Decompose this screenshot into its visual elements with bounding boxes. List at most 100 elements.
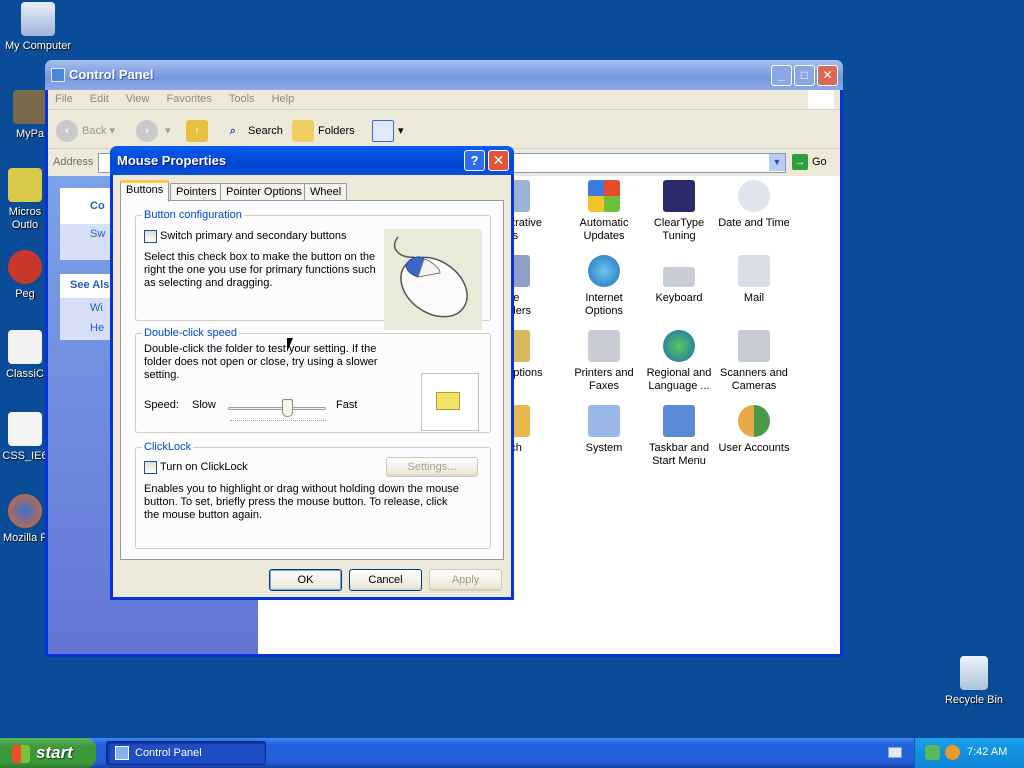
go-button[interactable]: → Go [792, 154, 827, 170]
back-button[interactable]: ‹ Back ▾ [56, 119, 115, 143]
folders-label: Folders [318, 125, 355, 137]
cp-item-taskbar-start[interactable]: Taskbar and Start Menu [637, 405, 721, 468]
slider-thumb[interactable] [281, 399, 293, 417]
cp-item-mail[interactable]: Mail [712, 255, 796, 305]
clock[interactable]: 7:42 AM [967, 746, 1007, 758]
cp-item-system[interactable]: System [562, 405, 646, 455]
minimize-button[interactable]: _ [771, 65, 792, 86]
system-icon [588, 405, 620, 437]
up-folder-button[interactable]: ↑ [186, 119, 212, 143]
cp-item-date-time[interactable]: Date and Time [712, 180, 796, 230]
menu-favorites[interactable]: Favorites [160, 90, 219, 108]
dialog-titlebar[interactable]: Mouse Properties ? ✕ [110, 146, 514, 175]
double-click-description: Double-click the folder to test your set… [144, 343, 378, 381]
mouse-illustration [384, 229, 482, 330]
cp-item-label: Printers and Faxes [574, 367, 634, 392]
menu-help[interactable]: Help [265, 90, 302, 108]
cp-item-keyboard[interactable]: Keyboard [637, 255, 721, 305]
cp-item-internet-options[interactable]: Internet Options [562, 255, 646, 318]
help-button[interactable]: ? [464, 150, 485, 171]
cp-item-printers-faxes[interactable]: Printers and Faxes [562, 330, 646, 393]
go-label: Go [812, 156, 827, 168]
desktop-icon-recycle-bin[interactable]: Recycle Bin [936, 656, 1012, 706]
tab-buttons[interactable]: Buttons [120, 180, 170, 202]
cp-item-label: System [585, 442, 623, 454]
clicklock-description: Enables you to highlight or drag without… [144, 483, 459, 521]
mail-icon [738, 255, 770, 287]
cp-item-label: Mail [743, 292, 765, 304]
tab-pointer-options[interactable]: Pointer Options [220, 183, 308, 201]
my-computer-icon [21, 2, 55, 36]
taskbar-item-control-panel[interactable]: Control Panel [106, 741, 266, 765]
start-button[interactable]: start [0, 738, 96, 768]
peg-icon [8, 250, 42, 284]
control-panel-titlebar[interactable]: Control Panel _ □ ✕ [45, 60, 843, 90]
firefox-icon [8, 494, 42, 528]
desktop-icon-css-ie6[interactable]: CSS_IE6 [0, 412, 50, 462]
ok-button[interactable]: OK [269, 569, 342, 591]
close-button[interactable]: ✕ [817, 65, 838, 86]
double-click-speed-group: Double-click speed Double-click the fold… [135, 327, 491, 433]
clicklock-settings-button[interactable]: Settings... [386, 457, 478, 477]
user-accounts-icon [738, 405, 770, 437]
cp-item-scanners-cameras[interactable]: Scanners and Cameras [712, 330, 796, 393]
recycle-bin-icon [960, 656, 988, 690]
cancel-button[interactable]: Cancel [349, 569, 422, 591]
outlook-icon [8, 168, 42, 202]
search-button[interactable]: ⌕ Search [222, 119, 283, 143]
test-folder-area[interactable] [421, 373, 479, 431]
desktop-icon-peg[interactable]: Peg [0, 250, 50, 300]
clicklock-checkbox[interactable] [144, 461, 157, 474]
tab-wheel[interactable]: Wheel [304, 183, 348, 201]
keyboard-icon [663, 267, 695, 287]
desktop-icon-mozilla[interactable]: Mozilla F [0, 494, 50, 544]
double-click-speed-slider[interactable] [228, 407, 326, 410]
desktop-icon-classic[interactable]: ClassiC [0, 330, 50, 380]
slow-label: Slow [192, 399, 216, 411]
address-dropdown-icon[interactable]: ▼ [769, 154, 785, 171]
desktop-icon-my-computer[interactable]: My Computer [0, 2, 76, 52]
clicklock-label[interactable]: Turn on ClickLock [160, 461, 248, 474]
menu-file[interactable]: File [48, 90, 80, 108]
back-arrow-icon: ‹ [56, 120, 78, 143]
menu-view[interactable]: View [119, 90, 157, 108]
network-tray-icon[interactable] [925, 745, 940, 760]
tab-pointers[interactable]: Pointers [170, 183, 223, 201]
cp-item-regional[interactable]: Regional and Language ... [637, 330, 721, 393]
cp-item-automatic-updates[interactable]: Automatic Updates [562, 180, 646, 243]
mouse-graphic-icon [393, 236, 468, 318]
address-label: Address [53, 156, 94, 168]
internet-options-icon [588, 255, 620, 287]
cp-item-label: Automatic Updates [579, 217, 629, 242]
cp-item-label: Taskbar and Start Menu [649, 442, 709, 467]
desktop-icon-outlook[interactable]: Micros Outlo [0, 168, 50, 232]
search-tray-icon[interactable] [945, 745, 960, 760]
maximize-button[interactable]: □ [794, 65, 815, 86]
apply-button[interactable]: Apply [429, 569, 502, 591]
date-time-icon [738, 180, 770, 212]
switch-buttons-checkbox[interactable] [144, 230, 157, 243]
language-bar-icon[interactable] [888, 747, 902, 758]
go-arrow-icon: → [792, 154, 808, 170]
folders-icon [292, 120, 314, 143]
dialog-body: Buttons Pointers Pointer Options Wheel B… [113, 175, 511, 597]
mouse-cursor-icon [287, 338, 293, 352]
taskbar-icon [663, 405, 695, 437]
menu-bar: File Edit View Favorites Tools Help [48, 90, 840, 110]
forward-button[interactable]: › ▾ [136, 119, 171, 143]
cp-item-label: ClearType Tuning [653, 217, 705, 242]
task-box-title: Co [90, 200, 105, 212]
menu-tools[interactable]: Tools [222, 90, 262, 108]
dialog-close-button[interactable]: ✕ [488, 150, 509, 171]
folders-button[interactable]: Folders [292, 119, 355, 143]
toolbar: ‹ Back ▾ › ▾ ↑ ⌕ Search Folders ▾ [48, 111, 840, 149]
taskbar-item-label: Control Panel [135, 747, 202, 759]
menu-edit[interactable]: Edit [83, 90, 116, 108]
switch-buttons-label[interactable]: Switch primary and secondary buttons [160, 230, 346, 243]
control-panel-app-icon [51, 68, 65, 82]
cp-item-user-accounts[interactable]: User Accounts [712, 405, 796, 455]
views-button[interactable]: ▾ [372, 119, 404, 143]
cp-item-cleartype[interactable]: ClearType Tuning [637, 180, 721, 243]
windows-flag-icon [808, 90, 834, 109]
double-click-legend: Double-click speed [144, 327, 237, 339]
